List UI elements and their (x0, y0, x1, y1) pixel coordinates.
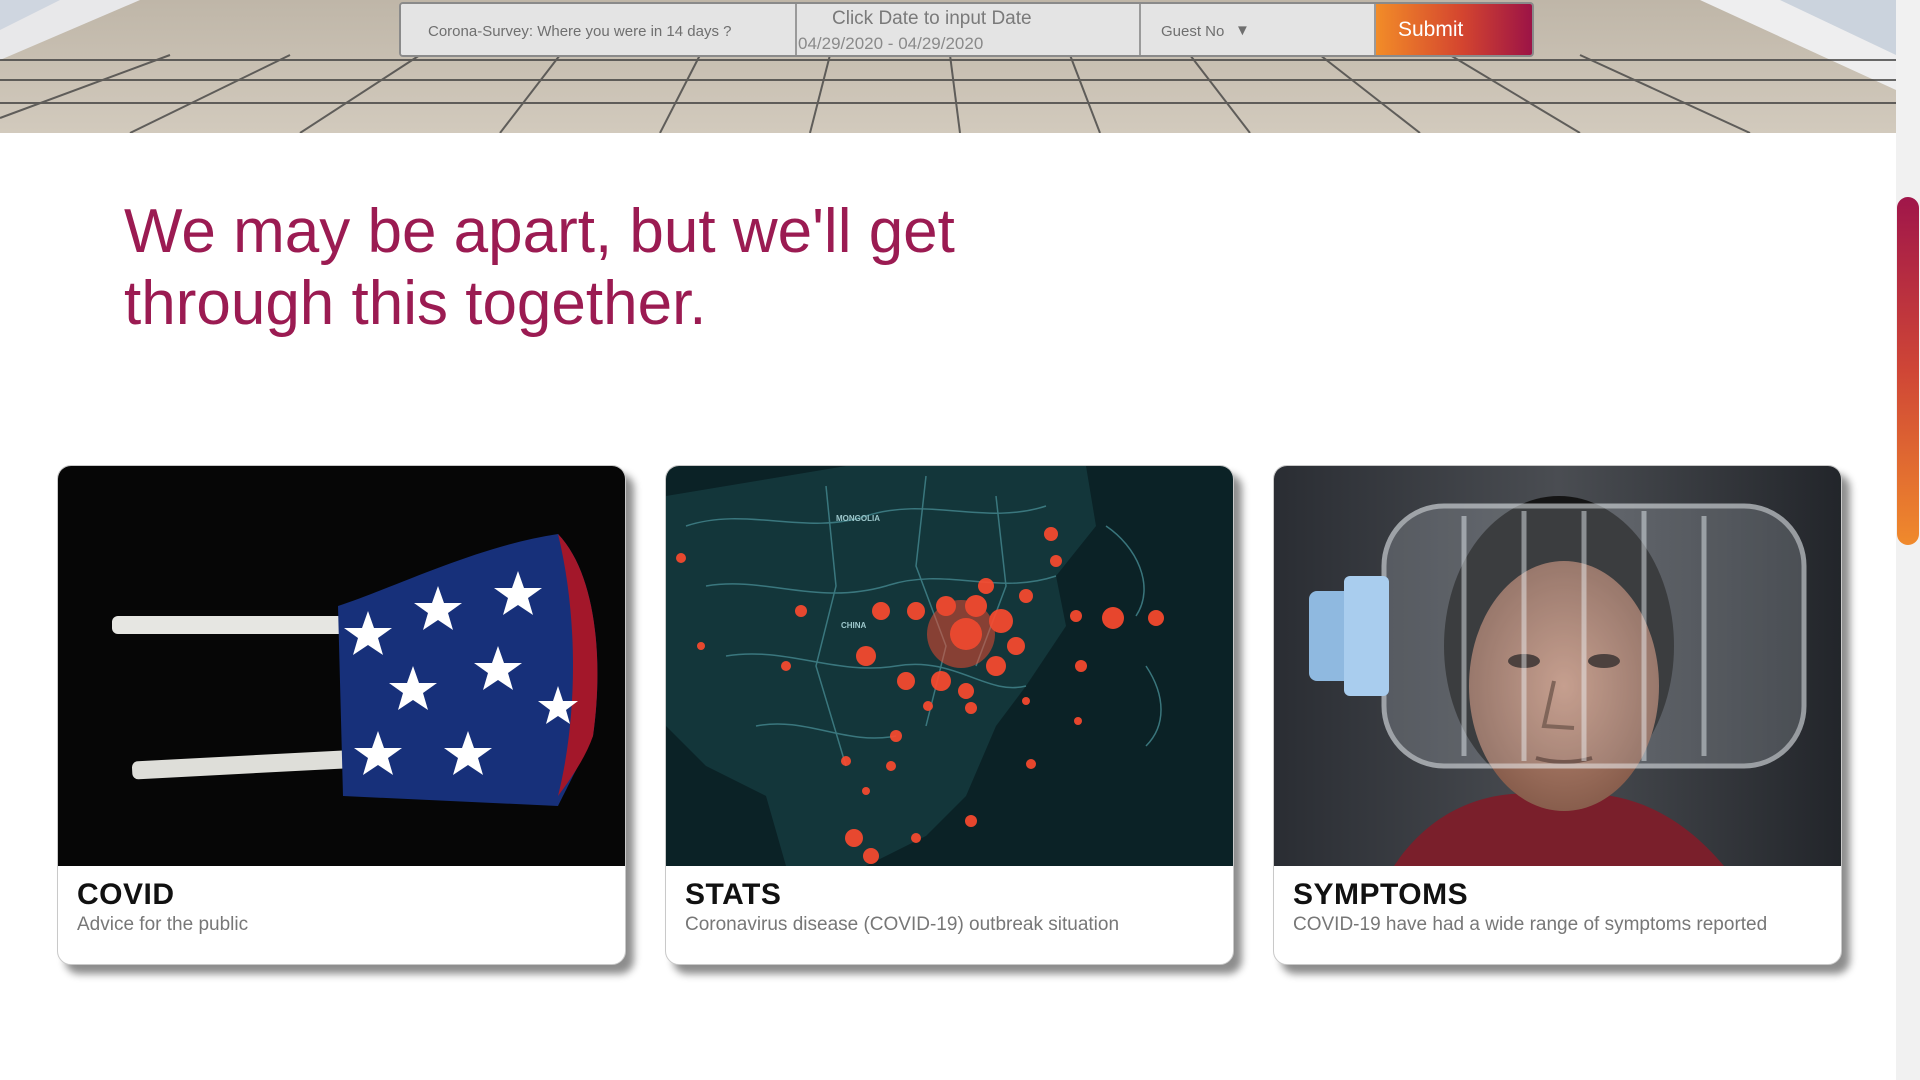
card-description: COVID-19 have had a wide range of sympto… (1293, 914, 1768, 935)
guest-number-label: Guest No (1161, 23, 1225, 40)
card-description: Coronavirus disease (COVID-19) outbreak … (685, 914, 1120, 935)
date-range-value: 04/29/2020 - 04/29/2020 (798, 34, 984, 53)
guest-number-select[interactable]: Guest No ▼ (1141, 4, 1376, 55)
card-stats[interactable]: MONGOLIA CHINA STATS Coronavirus disease… (665, 465, 1234, 965)
card-title: COVID (77, 878, 175, 911)
headline-line-2: through this together. (124, 269, 707, 338)
survey-form: Corona-Survey: Where you were in 14 days… (399, 2, 1534, 57)
vertical-scrollbar[interactable] (1896, 0, 1920, 1080)
chevron-down-icon: ▼ (1235, 22, 1250, 39)
survey-question-label: Corona-Survey: Where you were in 14 days… (428, 23, 732, 40)
water-bottle-face-image (1274, 466, 1841, 866)
card-description: Advice for the public (77, 914, 249, 935)
card-covid[interactable]: COVID Advice for the public (57, 465, 626, 965)
submit-button[interactable]: Submit (1376, 4, 1532, 55)
headline-line-1: We may be apart, but we'll get (124, 197, 955, 266)
date-range-label: Click Date to input Date (832, 8, 1032, 29)
page: Corona-Survey: Where you were in 14 days… (0, 0, 1920, 1080)
page-headline: We may be apart, but we'll get through t… (124, 196, 1024, 340)
map-label-mongolia: MONGOLIA (836, 514, 880, 523)
map-label-china: CHINA (841, 621, 867, 630)
face-mask-image (58, 466, 625, 866)
survey-question-field[interactable]: Corona-Survey: Where you were in 14 days… (401, 4, 797, 55)
card-symptoms[interactable]: SYMPTOMS COVID-19 have had a wide range … (1273, 465, 1842, 965)
card-title: STATS (685, 878, 782, 911)
date-range-input[interactable]: Click Date to input Date 04/29/2020 - 04… (797, 4, 1141, 55)
scrollbar-thumb[interactable] (1897, 197, 1919, 545)
card-title: SYMPTOMS (1293, 878, 1469, 911)
outbreak-map-image: MONGOLIA CHINA (666, 466, 1233, 866)
